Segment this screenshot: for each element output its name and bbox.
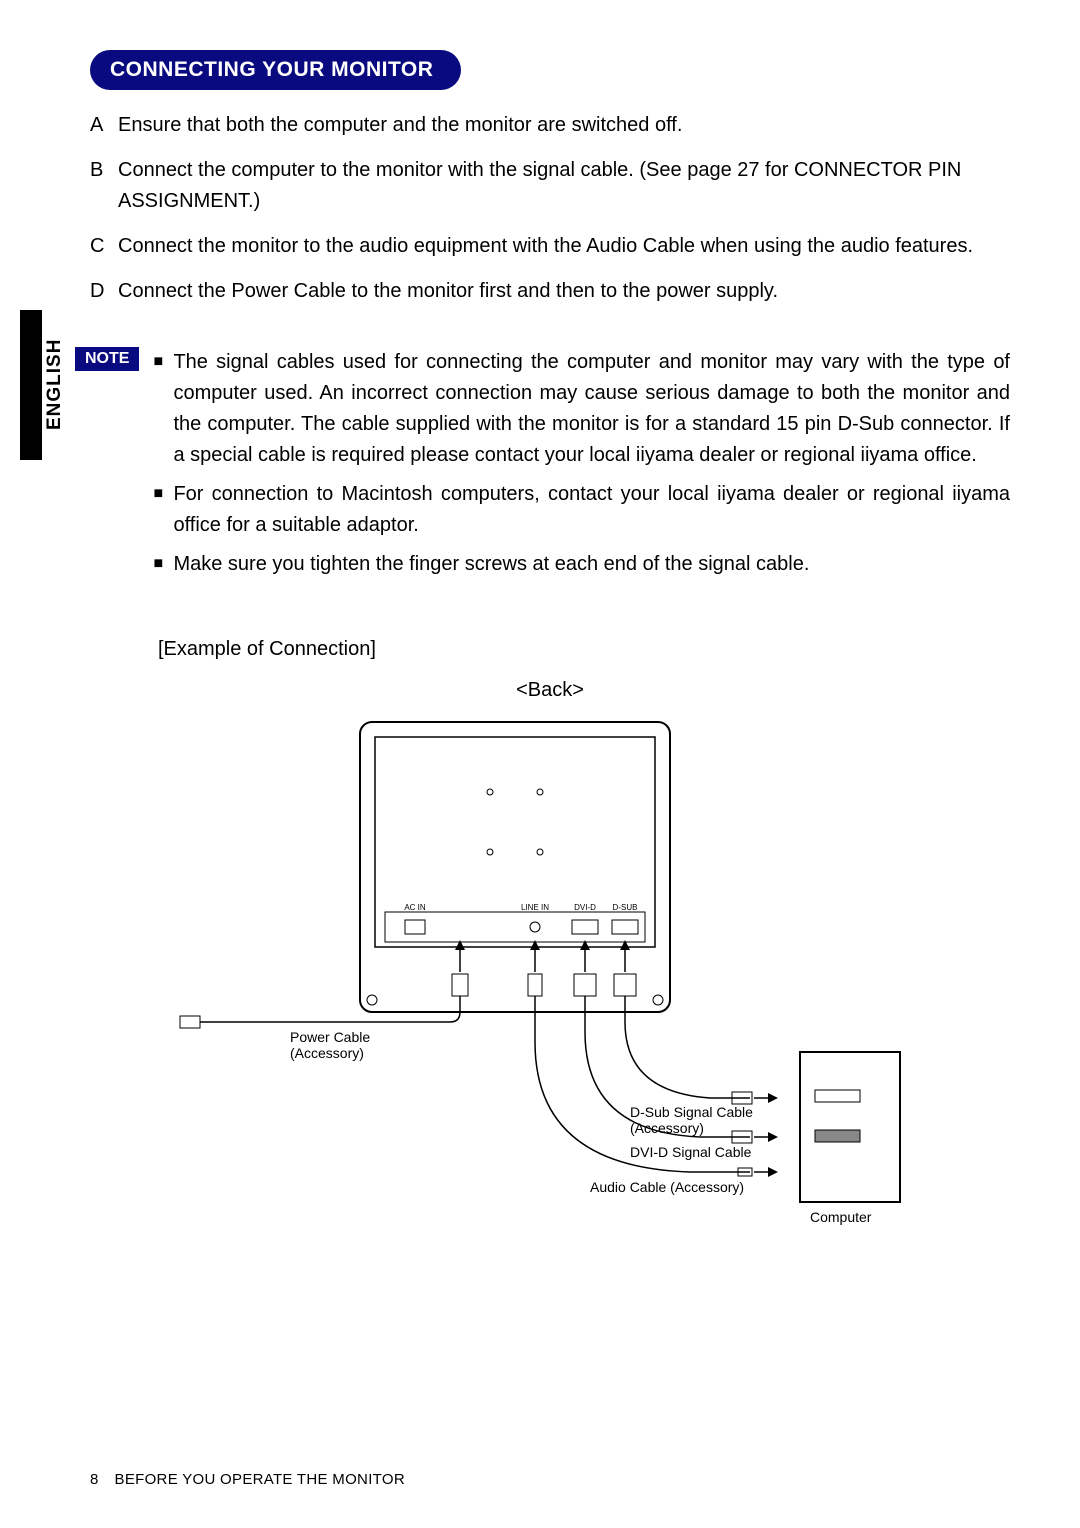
step-label: B <box>90 155 118 217</box>
note-text: Make sure you tighten the finger screws … <box>173 549 1010 580</box>
step-list: A Ensure that both the computer and the … <box>90 110 1010 307</box>
label-dvid-cable: DVI-D Signal Cable <box>630 1144 752 1160</box>
footer-page-number: 8 <box>90 1471 98 1488</box>
connection-diagram: AC IN LINE IN DVI-D D-SUB <box>90 712 1010 1232</box>
note-text: The signal cables used for connecting th… <box>173 347 1010 471</box>
language-label: ENGLISH <box>44 339 66 430</box>
page-footer: 8 BEFORE YOU OPERATE THE MONITOR <box>90 1471 405 1488</box>
bullet-icon: ■ <box>153 549 173 580</box>
step-b: B Connect the computer to the monitor wi… <box>90 155 1010 217</box>
label-power-cable: Power Cable <box>290 1029 370 1045</box>
bullet-icon: ■ <box>153 347 173 471</box>
step-text: Connect the Power Cable to the monitor f… <box>118 276 1010 307</box>
note-text: For connection to Macintosh computers, c… <box>173 479 1010 541</box>
section-header: CONNECTING YOUR MONITOR <box>90 50 461 90</box>
step-c: C Connect the monitor to the audio equip… <box>90 231 1010 262</box>
example-label: [Example of Connection] <box>158 638 1010 661</box>
step-text: Ensure that both the computer and the mo… <box>118 110 1010 141</box>
port-ac-in: AC IN <box>404 903 426 912</box>
port-d-sub: D-SUB <box>613 903 638 912</box>
port-dvi-d: DVI-D <box>574 903 596 912</box>
label-dsub-cable: D-Sub Signal Cable <box>630 1104 753 1120</box>
step-text: Connect the computer to the monitor with… <box>118 155 1010 217</box>
step-label: D <box>90 276 118 307</box>
note-block: NOTE ■ The signal cables used for connec… <box>75 347 1010 588</box>
step-label: C <box>90 231 118 262</box>
language-tab <box>20 310 42 460</box>
note-item: ■ The signal cables used for connecting … <box>153 347 1010 471</box>
note-badge: NOTE <box>75 347 139 371</box>
step-label: A <box>90 110 118 141</box>
diagram-back-label: <Back> <box>90 679 1010 702</box>
step-a: A Ensure that both the computer and the … <box>90 110 1010 141</box>
step-text: Connect the monitor to the audio equipme… <box>118 231 1010 262</box>
note-list: ■ The signal cables used for connecting … <box>153 347 1010 588</box>
footer-section: BEFORE YOU OPERATE THE MONITOR <box>115 1471 405 1488</box>
label-power-cable-2: (Accessory) <box>290 1045 364 1061</box>
bullet-icon: ■ <box>153 479 173 541</box>
note-item: ■ For connection to Macintosh computers,… <box>153 479 1010 541</box>
note-item: ■ Make sure you tighten the finger screw… <box>153 549 1010 580</box>
diagram-svg: AC IN LINE IN DVI-D D-SUB <box>170 712 930 1232</box>
step-d: D Connect the Power Cable to the monitor… <box>90 276 1010 307</box>
label-audio-cable: Audio Cable (Accessory) <box>590 1179 744 1195</box>
port-line-in: LINE IN <box>521 903 549 912</box>
label-computer: Computer <box>810 1209 872 1225</box>
